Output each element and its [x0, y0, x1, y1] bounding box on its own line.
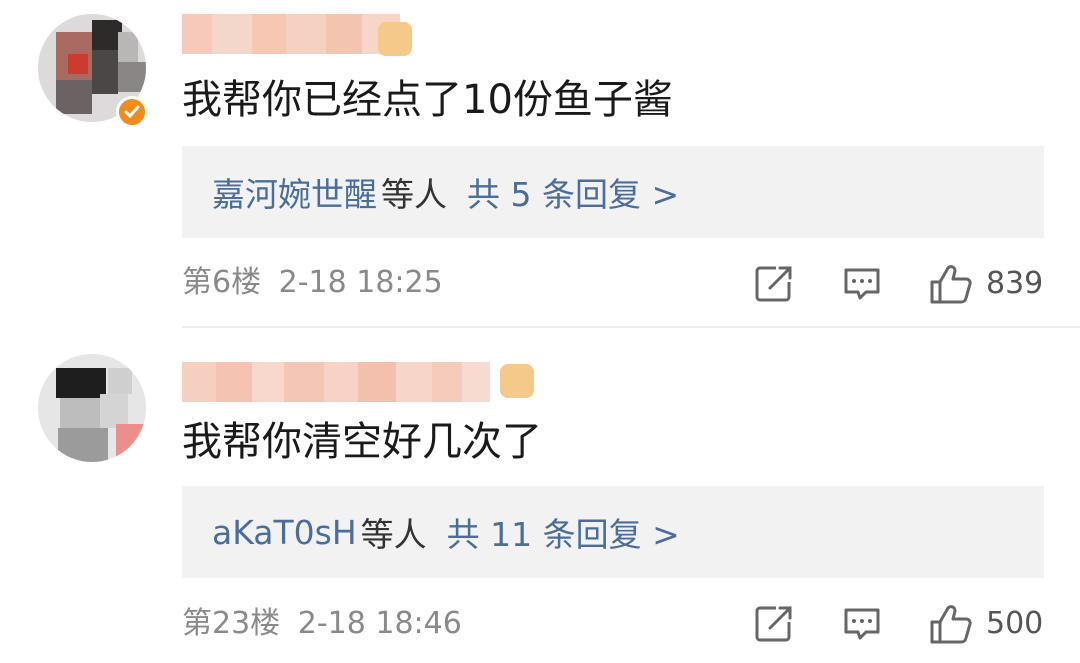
- comment-icon[interactable]: [840, 262, 884, 310]
- share-icon[interactable]: [752, 262, 796, 310]
- reply-count-link[interactable]: 共 5 条回复 >: [467, 168, 679, 216]
- comment-date: 2-18 18:25: [278, 265, 443, 300]
- comment-actions: 500: [740, 602, 1050, 650]
- member-badge-icon: [500, 364, 534, 398]
- comment-actions: 839: [740, 262, 1050, 310]
- reply-suffix: 等人: [381, 175, 447, 214]
- like-icon[interactable]: [928, 602, 974, 652]
- like-count: 500: [986, 606, 1044, 641]
- comment-divider: [182, 326, 1080, 328]
- comment-icon[interactable]: [840, 602, 884, 650]
- verified-icon: [116, 96, 148, 128]
- reply-summary[interactable]: 嘉河婉世醒 等人 共 5 条回复 >: [182, 146, 1044, 238]
- reply-names[interactable]: aKaT0sH: [212, 513, 357, 552]
- like-icon[interactable]: [928, 262, 974, 312]
- floor-number: 第6楼: [182, 265, 262, 300]
- reply-suffix: 等人: [360, 515, 427, 554]
- comment-text: 我帮你已经点了10份鱼子酱: [182, 77, 673, 123]
- reply-summary[interactable]: aKaT0sH 等人 共 11 条回复 >: [182, 486, 1044, 578]
- comment-date: 2-18 18:46: [297, 606, 462, 641]
- reply-names[interactable]: 嘉河婉世醒: [212, 168, 377, 216]
- share-icon[interactable]: [752, 602, 796, 650]
- avatar[interactable]: [38, 354, 146, 462]
- member-badge-icon: [378, 22, 412, 56]
- username-masked[interactable]: [182, 14, 400, 54]
- comment-text: 我帮你清空好几次了: [182, 419, 542, 465]
- reply-count-link[interactable]: 共 11 条回复 >: [447, 508, 680, 556]
- comment-meta: 第6楼 2-18 18:25: [182, 263, 443, 303]
- floor-number: 第23楼: [182, 606, 281, 641]
- like-count: 839: [986, 266, 1044, 301]
- comment-meta: 第23楼 2-18 18:46: [182, 604, 462, 644]
- username-masked[interactable]: [182, 362, 490, 402]
